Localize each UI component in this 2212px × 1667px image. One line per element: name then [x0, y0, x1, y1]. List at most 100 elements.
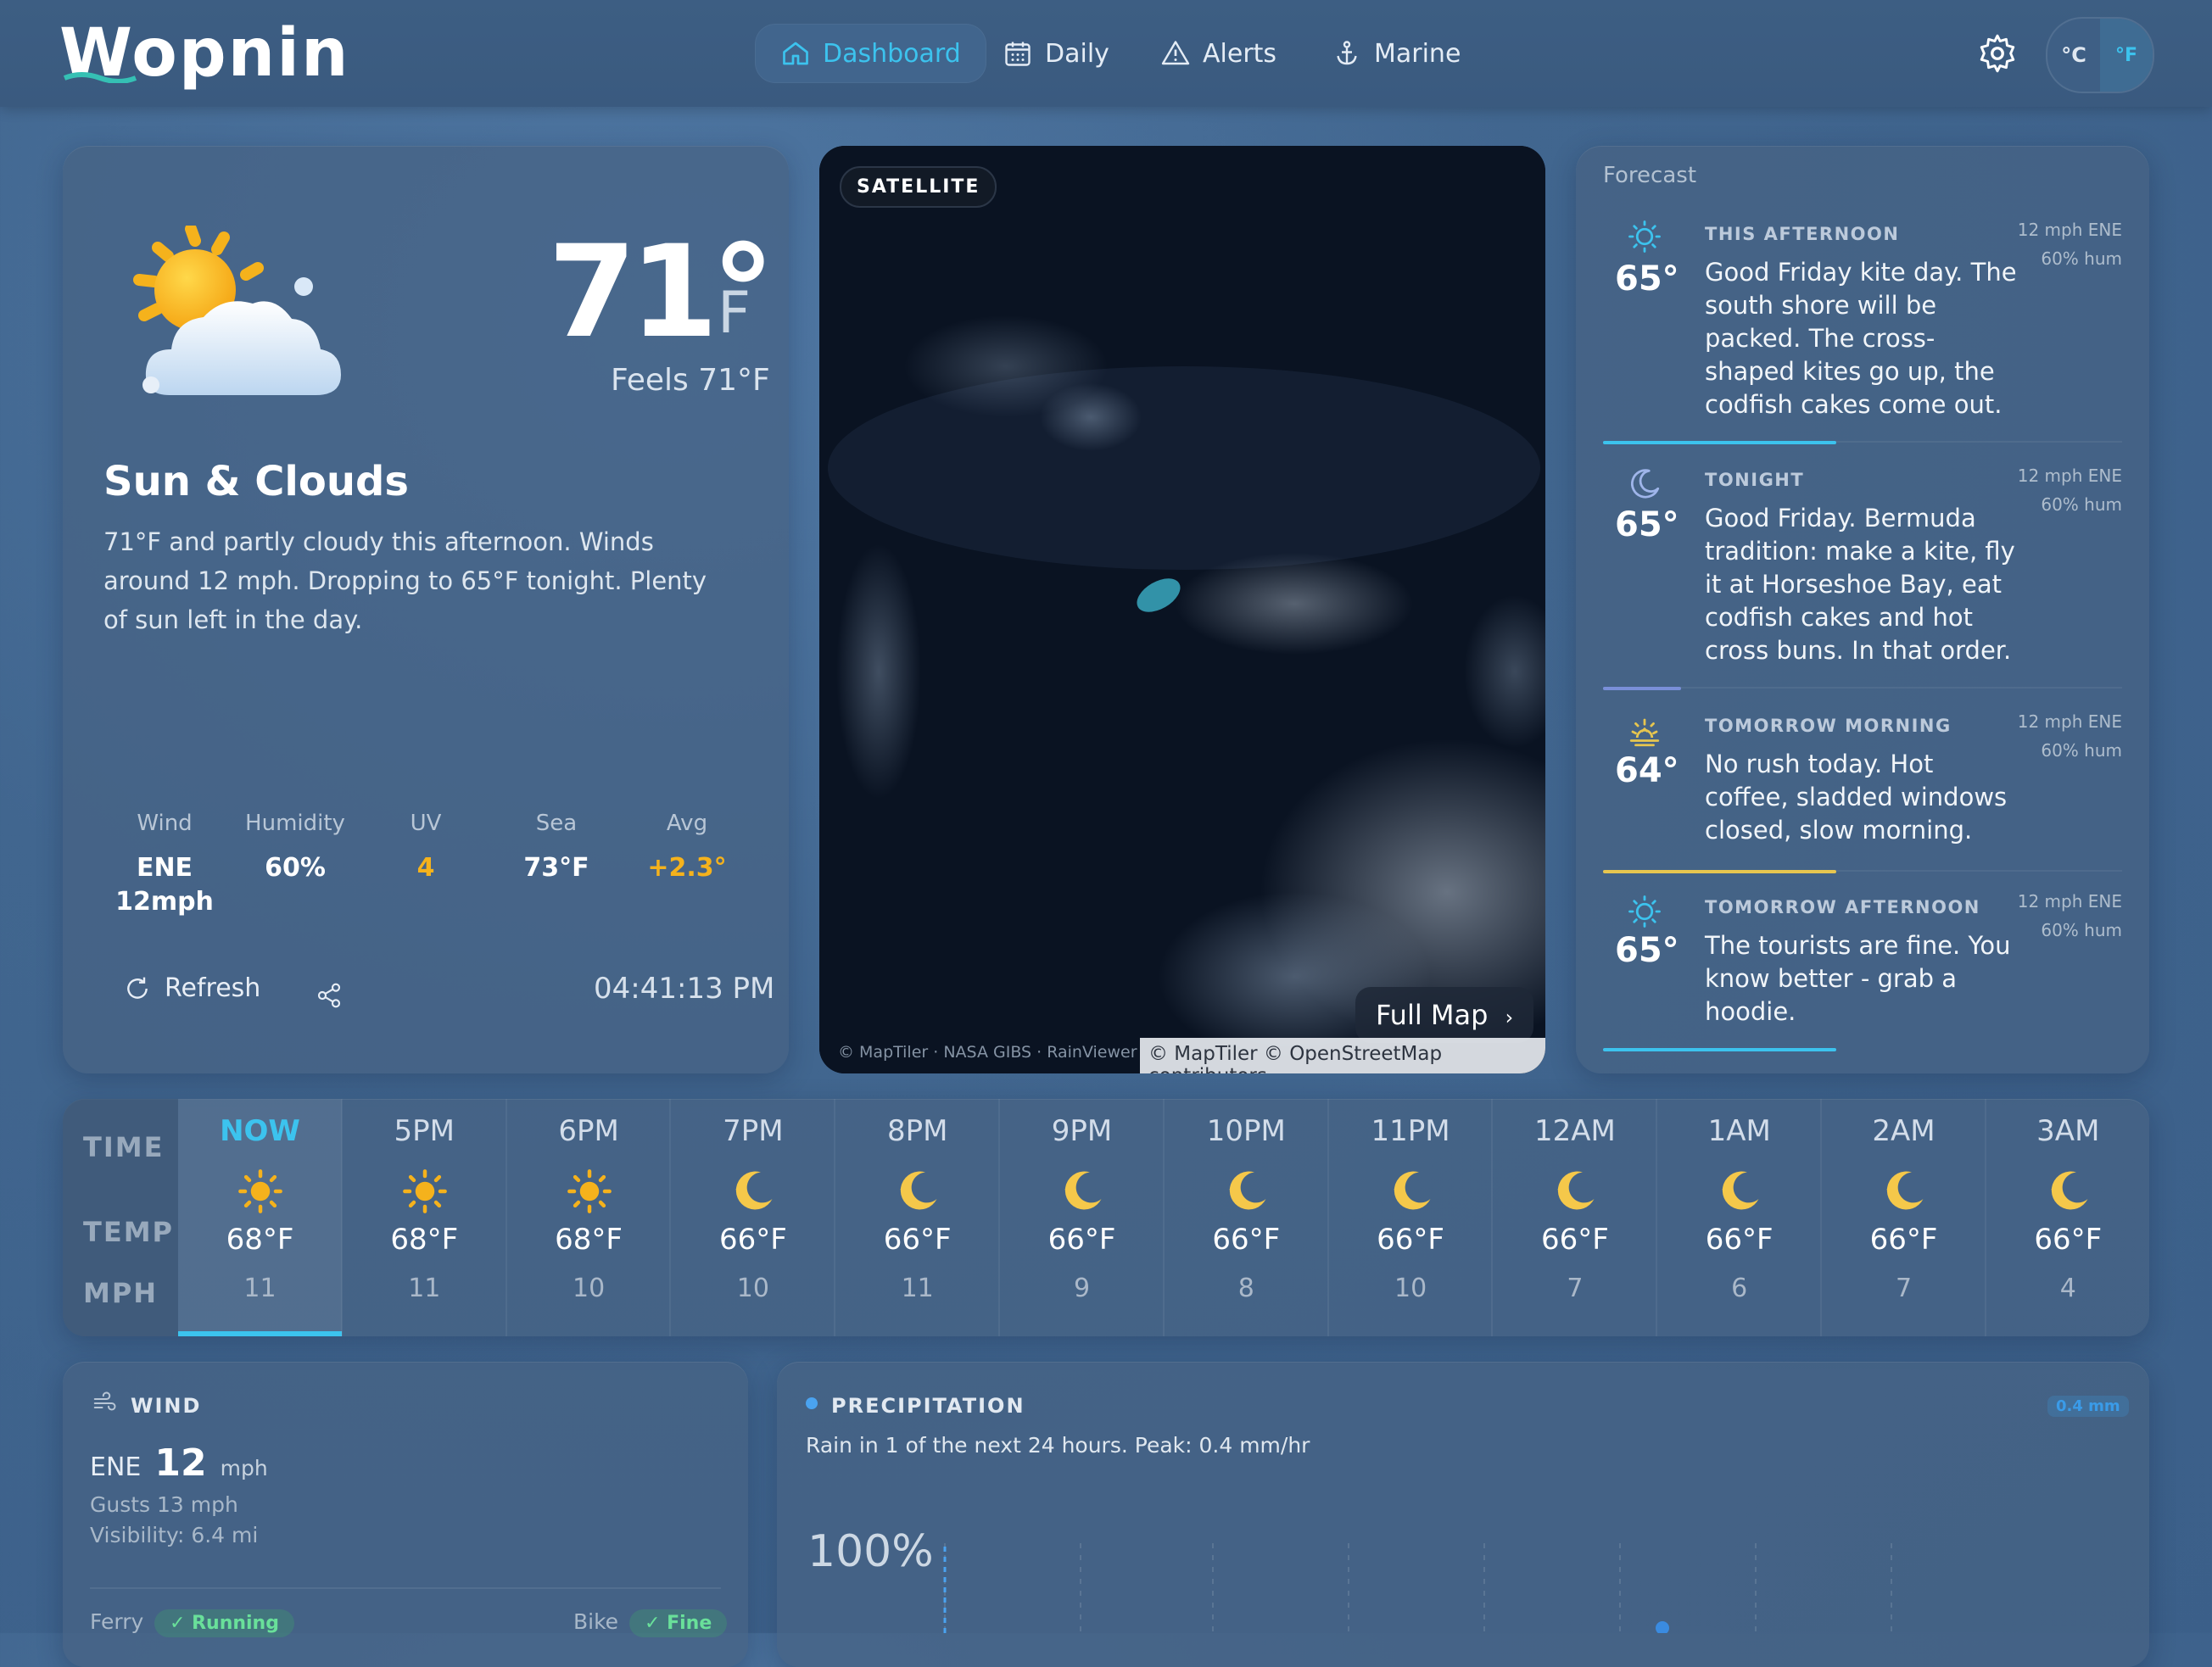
hourly-column[interactable]: 3AM 66°F 4	[1986, 1099, 2150, 1336]
wind-icon	[93, 1391, 116, 1411]
hourly-time: 8PM	[886, 1114, 948, 1148]
hourly-wind: 4	[2059, 1274, 2076, 1303]
nav-daily[interactable]: Daily	[977, 24, 1135, 83]
nav-dashboard[interactable]: Dashboard	[755, 24, 986, 83]
forecast-period: TONIGHT	[1705, 470, 1805, 490]
precipitation-badge: 0.4 mm	[2047, 1396, 2129, 1417]
forecast-meta: 12 mph ENE 60% hum	[2002, 707, 2122, 765]
hourly-wind: 10	[573, 1274, 606, 1303]
hourly-temp: 68°F	[555, 1223, 623, 1257]
hourly-divider	[669, 1099, 672, 1336]
hourly-time: 5PM	[394, 1114, 455, 1148]
forecast-period: TOMORROW MORNING	[1705, 716, 1952, 736]
precipitation-title: PRECIPITATION	[831, 1394, 1025, 1418]
forecast-temp: 65°	[1615, 259, 1679, 298]
refresh-button[interactable]: Refresh	[124, 973, 260, 1003]
hourly-column[interactable]: 6PM 68°F 10	[507, 1099, 671, 1336]
hourly-divider	[505, 1099, 507, 1336]
moon-stars-icon	[1224, 1168, 1270, 1214]
wind-divider	[90, 1587, 721, 1589]
hourly-wind: 10	[736, 1274, 769, 1303]
stat-wind-label: Wind	[137, 811, 193, 836]
hourly-temp: 66°F	[718, 1223, 787, 1257]
wind-direction: ENE	[90, 1452, 142, 1482]
moon-stars-icon	[1059, 1168, 1105, 1214]
satellite-map[interactable]: SATELLITE Full Map › © MapTiler · NASA G…	[819, 146, 1545, 1073]
wind-title: WIND	[131, 1394, 202, 1418]
bike-label: Bike	[573, 1609, 619, 1634]
hourly-divider	[834, 1099, 836, 1336]
forecast-bar	[1603, 441, 1837, 444]
forecast-title: Forecast	[1603, 163, 1697, 188]
hourly-column[interactable]: 7PM 66°F 10	[671, 1099, 835, 1336]
hourly-wind: 6	[1731, 1274, 1748, 1303]
forecast-text: Good Friday kite day. The south shore wi…	[1705, 258, 2017, 419]
nav-marine[interactable]: Marine	[1306, 24, 1486, 83]
hourly-time: NOW	[220, 1114, 300, 1148]
unit-fahrenheit-option[interactable]: °F	[2100, 19, 2153, 92]
moon-stars-icon	[2046, 1168, 2092, 1214]
hourly-column[interactable]: 11PM 66°F 10	[1329, 1099, 1493, 1336]
wind-speed: 12	[154, 1441, 207, 1485]
nav-alerts[interactable]: Alerts	[1135, 24, 1302, 83]
hourly-divider	[998, 1099, 1000, 1336]
stat-avg-label: Avg	[666, 811, 708, 836]
nav-daily-label: Daily	[1045, 38, 1109, 69]
moon-stars-icon	[1881, 1168, 1927, 1214]
hourly-column[interactable]: 1AM 66°F 6	[1657, 1099, 1821, 1336]
hourly-time: 12AM	[1533, 1114, 1616, 1148]
precipitation-summary: Rain in 1 of the next 24 hours. Peak: 0.…	[806, 1433, 1310, 1458]
forecast-meta: 12 mph ENE 60% hum	[2002, 887, 2122, 945]
map-attribution[interactable]: © MapTiler © OpenStreetMap contributors	[1140, 1038, 1545, 1073]
sun-icon	[1628, 220, 1661, 253]
hourly-column[interactable]: 8PM 66°F 11	[835, 1099, 999, 1336]
forecast-meta: 12 mph ENE 60% hum	[2002, 215, 2122, 273]
forecast-text: No rush today. Hot coffee, sladded windo…	[1705, 750, 2008, 845]
bike-status-badge: ✓ Fine	[629, 1609, 728, 1637]
top-navigation-bar: Wopnin Dashboard Daily Alerts Marine °C …	[0, 0, 2212, 107]
sun-and-clouds-icon	[133, 226, 341, 395]
hourly-temp: 66°F	[883, 1223, 952, 1257]
hourly-wind: 11	[408, 1274, 441, 1303]
app-logo[interactable]: Wopnin	[59, 15, 349, 92]
forecast-humidity: 60% hum	[2041, 920, 2122, 940]
forecast-humidity: 60% hum	[2041, 740, 2122, 761]
hourly-time: 1AM	[1707, 1114, 1771, 1148]
hourly-wind: 7	[1567, 1274, 1584, 1303]
stat-uv-label: UV	[410, 811, 442, 836]
hourly-column[interactable]: 2AM 66°F 7	[1822, 1099, 1986, 1336]
forecast-text: Good Friday. Bermuda tradition: make a k…	[1705, 504, 2015, 665]
hourly-time: 10PM	[1206, 1114, 1286, 1148]
hourly-column[interactable]: 12AM 66°F 7	[1493, 1099, 1656, 1336]
chevron-right-icon: ›	[1505, 1006, 1514, 1029]
hourly-column[interactable]: 9PM 66°F 9	[1000, 1099, 1164, 1336]
share-icon[interactable]	[316, 982, 343, 1009]
feels-like-text: Feels 71°F	[611, 363, 770, 398]
forecast-wind: 12 mph ENE	[2017, 466, 2122, 486]
wind-gusts: Gusts 13 mph	[90, 1492, 238, 1517]
stat-sea-value: 73°F	[523, 853, 589, 883]
forecast-humidity: 60% hum	[2041, 494, 2122, 515]
nav-marine-label: Marine	[1374, 38, 1461, 69]
forecast-period: TOMORROW AFTERNOON	[1705, 897, 1980, 917]
nav-dashboard-label: Dashboard	[823, 38, 961, 69]
hourly-divider	[1984, 1099, 1986, 1336]
hourly-temp: 66°F	[1705, 1223, 1774, 1257]
hourly-column[interactable]: 5PM 68°F 11	[343, 1099, 506, 1336]
full-map-button[interactable]: Full Map ›	[1355, 987, 1534, 1043]
settings-gear-icon[interactable]	[1976, 32, 2019, 75]
hourly-time: 6PM	[558, 1114, 619, 1148]
forecast-meta: 12 mph ENE 60% hum	[2002, 461, 2122, 519]
hourly-mph-label: MPH	[83, 1277, 159, 1309]
hourly-time: 9PM	[1051, 1114, 1113, 1148]
nav-alerts-label: Alerts	[1203, 38, 1277, 69]
hourly-column[interactable]: NOW 68°F 11	[178, 1099, 342, 1336]
hourly-time: 3AM	[2036, 1114, 2100, 1148]
ferry-label: Ferry	[90, 1609, 144, 1634]
ferry-status-badge: ✓ Running	[154, 1609, 294, 1637]
stat-sea-label: Sea	[535, 811, 578, 836]
hourly-temp: 66°F	[1869, 1223, 1938, 1257]
hourly-column[interactable]: 10PM 66°F 8	[1165, 1099, 1328, 1336]
unit-celsius-option[interactable]: °C	[2047, 19, 2100, 92]
unit-toggle[interactable]: °C °F	[2046, 17, 2154, 93]
